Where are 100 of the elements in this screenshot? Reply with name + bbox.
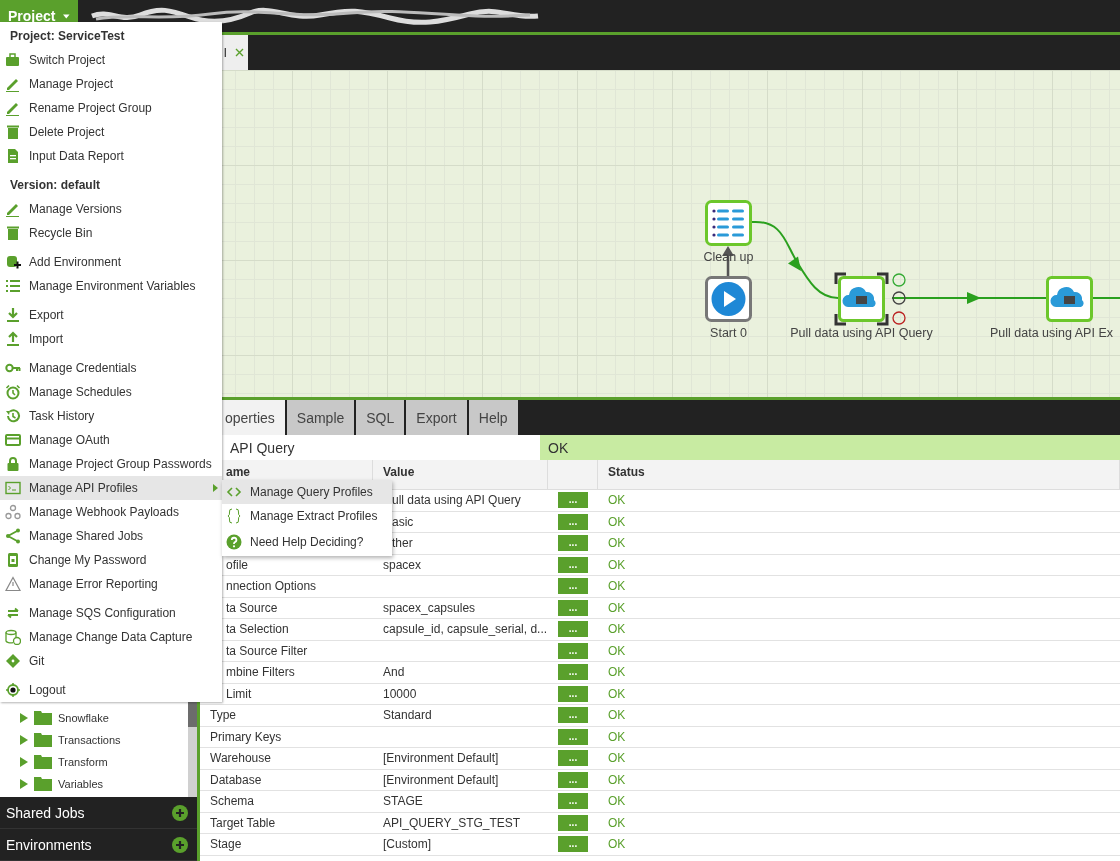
caret-icon	[63, 13, 70, 19]
table-cell: OK	[598, 748, 1120, 770]
table-cell: OK	[598, 490, 1120, 512]
close-icon[interactable]	[235, 48, 244, 57]
submenu-arrow-icon	[213, 484, 218, 492]
trash-icon	[5, 124, 21, 140]
menu-item[interactable]: Manage Versions	[0, 197, 222, 221]
expand-arrow-icon	[20, 713, 28, 723]
table-cell: OK	[598, 812, 1120, 834]
expand-arrow-icon	[20, 779, 28, 789]
pencil-icon	[5, 76, 21, 92]
diamond-icon	[5, 653, 21, 669]
panel-title: Shared Jobs	[6, 804, 85, 821]
menu-item[interactable]: Manage Shared Jobs	[0, 524, 222, 548]
database-arrow-icon	[5, 629, 21, 645]
swap-arrows-icon	[5, 605, 21, 621]
history-icon	[5, 408, 21, 424]
document-icon	[5, 148, 21, 164]
panel-header[interactable]: Shared Jobs	[0, 797, 197, 829]
expand-arrow-icon	[20, 735, 28, 745]
panel-tab[interactable]: SQL	[356, 400, 405, 435]
start-node[interactable]	[705, 276, 752, 322]
briefcase-icon	[5, 52, 21, 68]
add-icon[interactable]	[172, 804, 188, 821]
add-icon[interactable]	[172, 836, 188, 853]
trash-icon	[5, 225, 21, 241]
expand-arrow-icon	[20, 757, 28, 767]
table-cell: Warehouse	[200, 748, 373, 770]
node-label: Pull data using API Ex	[990, 326, 1113, 340]
unconditional-port-icon[interactable]	[892, 291, 906, 305]
panel-tab[interactable]: Help	[468, 400, 518, 435]
menu-item[interactable]: Manage API Profiles	[0, 476, 222, 500]
table-cell: Type	[200, 705, 373, 727]
tree-item[interactable]: Snowflake	[0, 707, 188, 729]
tree-item[interactable]: Transactions	[0, 729, 188, 751]
menu-item[interactable]: Recycle Bin	[0, 221, 222, 245]
tree-item-label: Snowflake	[58, 712, 109, 724]
list-icon	[5, 278, 21, 294]
terminal-icon	[5, 480, 21, 496]
folder-icon	[34, 777, 52, 791]
menu-item[interactable]: Manage Query Profiles	[222, 480, 392, 504]
share-icon	[5, 528, 21, 544]
menu-item[interactable]: Add Environment	[0, 250, 222, 274]
lock-icon	[5, 456, 21, 472]
panel-header[interactable]: Environments	[0, 829, 197, 861]
node-label: Pull data using API Query	[790, 326, 933, 340]
table-cell: And	[373, 662, 548, 684]
table-cell: OK	[598, 640, 1120, 662]
table-cell: Schema	[200, 791, 373, 813]
table-cell: OK	[598, 726, 1120, 748]
table-cell: OK	[598, 533, 1120, 555]
menu-item[interactable]: Input Data Report	[0, 144, 222, 168]
download-icon	[5, 307, 21, 323]
node-label: Start 0	[710, 326, 747, 340]
database-plus-icon	[5, 254, 21, 270]
menu-item[interactable]: Export	[0, 303, 222, 327]
tree-item-label: Variables	[58, 778, 104, 790]
connector[interactable]	[891, 292, 1047, 304]
folder-icon	[34, 711, 52, 725]
tree-item[interactable]: Transform	[0, 751, 188, 773]
upload-icon	[5, 331, 21, 347]
menu-item[interactable]: Delete Project	[0, 120, 222, 144]
column-header: Value	[373, 460, 548, 490]
table-cell: OK	[598, 576, 1120, 598]
table-cell: OK	[598, 554, 1120, 576]
menu-item[interactable]: Rename Project Group	[0, 96, 222, 120]
menu-item[interactable]: Manage Environment Variables	[0, 274, 222, 298]
phone-lock-icon	[5, 552, 21, 568]
failure-port-icon[interactable]	[892, 311, 906, 325]
folder-icon	[34, 733, 52, 747]
braces-icon	[226, 508, 242, 524]
table-cell: OK	[598, 705, 1120, 727]
column-header	[548, 460, 598, 490]
column-header: Status	[598, 460, 1120, 490]
menu-item[interactable]: Manage Credentials	[0, 356, 222, 380]
menu-item[interactable]: Import	[0, 327, 222, 351]
table-cell: OK	[598, 619, 1120, 641]
table-cell: Standard	[373, 705, 548, 727]
list-node[interactable]	[705, 200, 752, 246]
cloud-node[interactable]	[1046, 276, 1093, 322]
tree-item[interactable]: Variables	[0, 773, 188, 795]
card-icon	[5, 432, 21, 448]
panel-tab[interactable]: Sample	[286, 400, 355, 435]
tree-item-label: Transactions	[58, 734, 121, 746]
table-cell: OK	[598, 683, 1120, 705]
table-cell: OK	[598, 662, 1120, 684]
panel-title: Environments	[6, 836, 92, 853]
menu-item[interactable]: Switch Project	[0, 48, 222, 72]
table-cell: OK	[598, 791, 1120, 813]
pencil-icon	[5, 100, 21, 116]
table-cell: Database	[200, 769, 373, 791]
tree-item-label: Transform	[58, 756, 108, 768]
menu-item[interactable]: Manage Project	[0, 72, 222, 96]
table-cell: OK	[598, 769, 1120, 791]
table-cell: OK	[598, 597, 1120, 619]
pencil-icon	[5, 201, 21, 217]
table-cell: spacex_capsules	[373, 597, 548, 619]
menu-item[interactable]: Manage Webhook Payloads	[0, 500, 222, 524]
table-cell: Target Table	[200, 812, 373, 834]
panel-tab[interactable]: Export	[406, 400, 467, 435]
